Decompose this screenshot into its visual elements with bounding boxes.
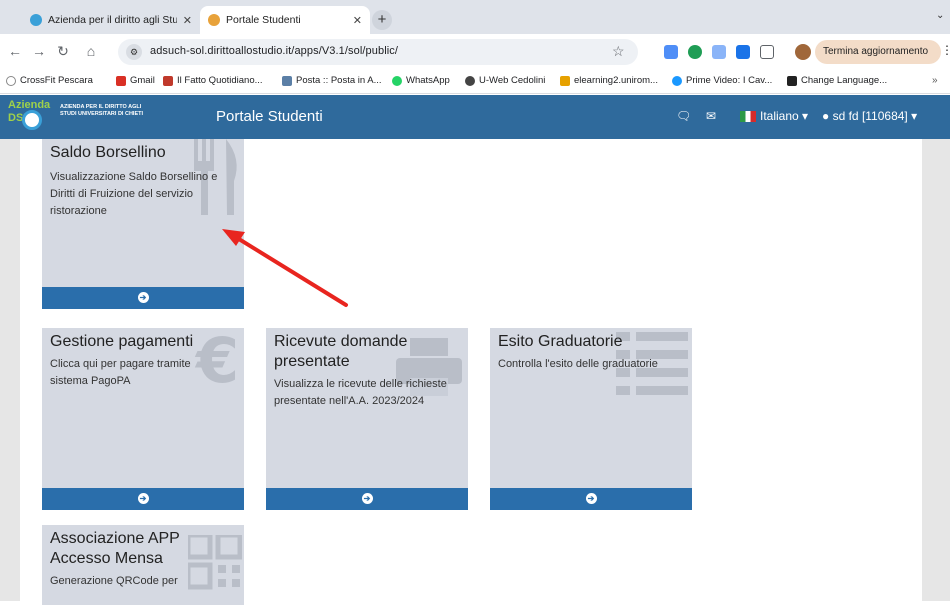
annotation-arrow [222,229,348,307]
